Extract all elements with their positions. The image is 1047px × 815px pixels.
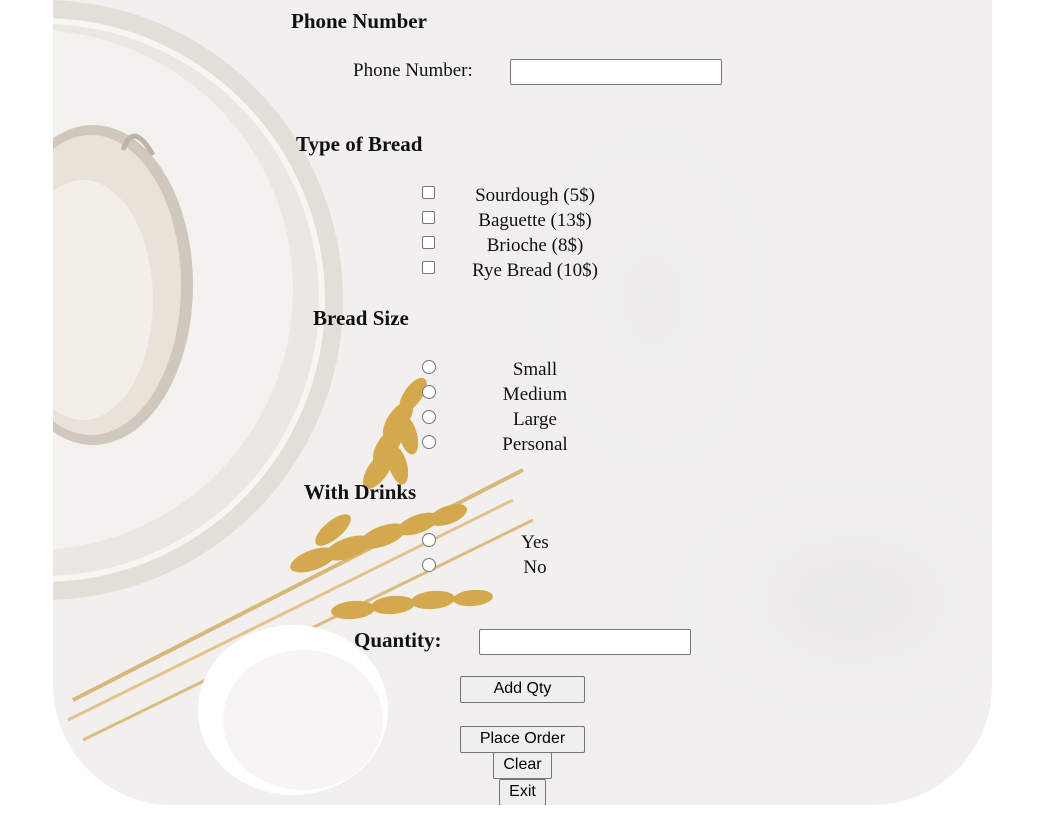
- personal-label: Personal: [502, 434, 568, 455]
- personal-radio[interactable]: [422, 435, 436, 449]
- drinks-no-radio[interactable]: [422, 558, 436, 572]
- brioche-checkbox[interactable]: [422, 236, 435, 249]
- medium-radio[interactable]: [422, 385, 436, 399]
- small-radio[interactable]: [422, 360, 436, 374]
- medium-label: Medium: [502, 384, 568, 405]
- drinks-yes-label: Yes: [521, 532, 549, 553]
- phone-number-input[interactable]: [510, 59, 722, 85]
- exit-button[interactable]: Exit: [499, 779, 546, 805]
- drinks-yes-radio[interactable]: [422, 533, 436, 547]
- quantity-label: Quantity:: [354, 628, 442, 652]
- drinks-no-label: No: [523, 557, 547, 578]
- large-radio[interactable]: [422, 410, 436, 424]
- order-form-panel: Phone Number Phone Number: Type of Bread…: [53, 0, 992, 805]
- bread-size-heading: Bread Size: [313, 306, 409, 330]
- baguette-label: Baguette (13$): [478, 210, 592, 231]
- small-label: Small: [512, 359, 558, 380]
- quantity-input[interactable]: [479, 629, 691, 655]
- large-label: Large: [513, 409, 557, 430]
- rye-bread-label: Rye Bread (10$): [472, 260, 598, 281]
- place-order-button[interactable]: Place Order: [460, 726, 585, 753]
- phone-field-label: Phone Number:: [353, 60, 473, 81]
- phone-section-heading: Phone Number: [291, 9, 427, 33]
- sourdough-label: Sourdough (5$): [475, 185, 595, 206]
- clear-button[interactable]: Clear: [493, 752, 552, 779]
- bread-type-heading: Type of Bread: [296, 132, 423, 156]
- add-qty-button[interactable]: Add Qty: [460, 676, 585, 703]
- baguette-checkbox[interactable]: [422, 211, 435, 224]
- sourdough-checkbox[interactable]: [422, 186, 435, 199]
- drinks-heading: With Drinks: [304, 480, 417, 504]
- brioche-label: Brioche (8$): [486, 235, 584, 256]
- rye-bread-checkbox[interactable]: [422, 261, 435, 274]
